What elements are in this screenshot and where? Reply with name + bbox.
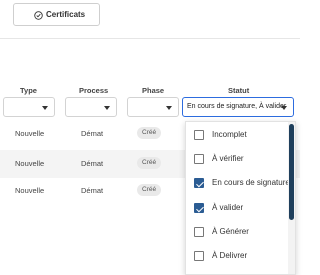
cell-type: Nouvelle (15, 129, 45, 138)
cell-type: Nouvelle (15, 186, 45, 195)
certificats-button[interactable]: Certificats (13, 3, 100, 26)
dropdown-scrollbar[interactable] (288, 122, 295, 274)
cell-process: Démat (81, 186, 104, 195)
checkbox[interactable] (194, 130, 204, 140)
checkbox[interactable] (194, 227, 204, 237)
chevron-down-icon (42, 106, 48, 110)
checkbox[interactable] (194, 154, 204, 164)
statut-option-label: À vérifier (212, 154, 244, 163)
checkbox[interactable] (194, 178, 204, 188)
header-statut: Statut (228, 86, 250, 95)
phase-filter-select[interactable] (127, 97, 179, 117)
chevron-down-icon (104, 106, 110, 110)
statut-option-label: En cours de signature (212, 178, 290, 187)
cell-process: Démat (81, 129, 104, 138)
statut-option-label: À Delivrer (212, 251, 248, 260)
statut-option[interactable]: À vérifier (186, 147, 290, 171)
toolbar: Certificats (0, 0, 300, 38)
header-process: Process (79, 86, 109, 95)
status-badge: Créé (137, 157, 162, 169)
header-type: Type (20, 86, 37, 95)
statut-option[interactable]: En cours de signature (186, 171, 290, 195)
type-filter-select[interactable] (3, 97, 55, 117)
process-filter-select[interactable] (65, 97, 117, 117)
cell-type: Nouvelle (15, 159, 45, 168)
statut-option[interactable]: Incomplet (186, 123, 290, 147)
chevron-down-icon (166, 106, 172, 110)
toolbar-divider (0, 38, 300, 39)
header-phase: Phase (142, 86, 165, 95)
check-circle-icon (34, 11, 43, 20)
statut-dropdown-menu: Incomplet À vérifier En cours de signatu… (185, 121, 296, 275)
status-badge: Créé (137, 184, 162, 196)
cell-process: Démat (81, 159, 104, 168)
checkbox[interactable] (194, 251, 204, 261)
status-badge: Créé (137, 127, 162, 139)
checkbox[interactable] (194, 203, 204, 213)
certificats-label: Certificats (46, 10, 86, 19)
statut-option[interactable]: À Delivrer (186, 244, 290, 268)
statut-option-label: Incomplet (212, 130, 247, 139)
chevron-down-icon (281, 106, 287, 110)
statut-filter-value: En cours de signature, À valider (187, 103, 287, 110)
statut-option[interactable]: À Générer (186, 220, 290, 244)
statut-option[interactable]: À valider (186, 196, 290, 220)
statut-option-label: À Générer (212, 227, 249, 236)
statut-filter-select[interactable]: En cours de signature, À valider (182, 97, 294, 117)
statut-option-label: À valider (212, 203, 244, 212)
scrollbar-thumb[interactable] (289, 124, 294, 220)
